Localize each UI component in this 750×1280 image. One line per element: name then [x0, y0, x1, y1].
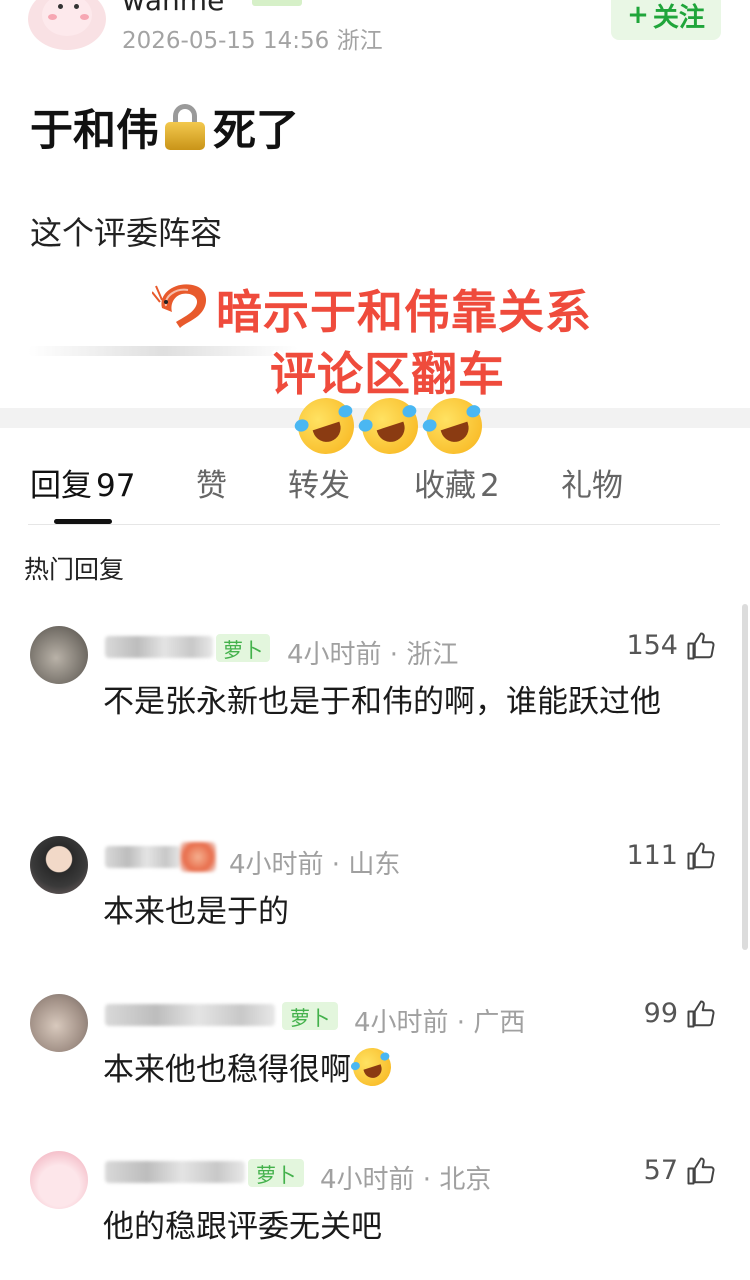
post-title: 于和伟 死了	[30, 96, 299, 158]
commenter-name-blurred[interactable]	[105, 1161, 245, 1183]
tab-reposts[interactable]: 转发	[288, 460, 350, 505]
commenter-emoji-blurred	[180, 842, 216, 872]
tab-underline	[28, 524, 720, 525]
tab-favorites[interactable]: 收藏 2	[414, 460, 500, 505]
follow-label: 关注	[652, 2, 705, 33]
tab-bar: 回复 97 赞 转发 收藏 2 礼物	[0, 460, 750, 510]
laugh-emoji-row	[290, 390, 490, 462]
tab-label: 回复	[30, 468, 92, 504]
commenter-name-blurred[interactable]	[105, 846, 181, 868]
post-header: wanme 2026-05-15 14:56 浙江 + 关注	[0, 0, 750, 60]
like-count: 154	[626, 630, 678, 661]
lock-icon	[165, 104, 205, 150]
overlay-caption-line1: 暗示于和伟靠关系	[216, 285, 592, 339]
commenter-avatar[interactable]	[30, 1151, 88, 1209]
faded-divider	[28, 346, 298, 356]
comment-meta: 4小时前 · 广西	[354, 1008, 526, 1038]
tab-label: 转发	[288, 468, 350, 504]
laughing-tears-emoji	[348, 1043, 396, 1091]
thumbs-up-icon	[687, 632, 715, 659]
tab-label: 礼物	[561, 468, 623, 504]
post-meta: 2026-05-15 14:56 浙江	[122, 28, 383, 54]
comment-text-body: 本来他也稳得很啊	[103, 1052, 351, 1088]
scrollbar-thumb[interactable]	[742, 604, 748, 950]
section-label-hot-replies: 热门回复	[24, 555, 125, 584]
commenter-name-blurred[interactable]	[105, 636, 213, 658]
comment-item: 萝卜 4小时前 · 浙江 154 不是张永新也是于和伟的啊，谁能跃过他	[0, 620, 750, 790]
thumbs-up-icon	[687, 1000, 715, 1027]
thumbs-up-icon	[687, 1157, 715, 1184]
avatar-eye	[58, 4, 63, 9]
like-control[interactable]: 154	[626, 630, 716, 661]
tab-likes[interactable]: 赞	[196, 460, 227, 505]
tab-count: 2	[480, 468, 500, 504]
overlay-caption-line2: 评论区翻车	[270, 347, 505, 401]
tab-label: 收藏	[414, 468, 476, 504]
like-count: 111	[626, 840, 678, 871]
tab-gifts[interactable]: 礼物	[561, 460, 623, 505]
tab-count: 97	[96, 468, 136, 504]
author-name[interactable]: wanme	[122, 0, 224, 17]
laughing-tears-emoji	[290, 390, 362, 462]
comment-item: 4小时前 · 山东 111 本来也是于的	[0, 830, 750, 940]
author-avatar[interactable]	[28, 0, 106, 50]
commenter-avatar[interactable]	[30, 994, 88, 1052]
post-title-part1: 于和伟	[30, 106, 159, 156]
avatar-cheek	[80, 14, 89, 20]
laughing-tears-emoji	[418, 390, 490, 462]
level-badge: 萝卜	[248, 1159, 304, 1187]
commenter-avatar[interactable]	[30, 626, 88, 684]
plus-icon: +	[627, 0, 649, 30]
level-badge: 萝卜	[216, 634, 270, 662]
like-count: 57	[643, 1155, 678, 1186]
commenter-name-blurred[interactable]	[105, 1004, 275, 1026]
shrimp-icon	[152, 284, 207, 328]
thumbs-up-icon	[687, 842, 715, 869]
comment-meta: 4小时前 · 浙江	[287, 640, 459, 670]
author-badge	[252, 0, 302, 6]
comment-meta: 4小时前 · 山东	[229, 850, 401, 880]
like-control[interactable]: 57	[644, 1155, 716, 1186]
comment-item: 萝卜 4小时前 · 广西 99 本来他也稳得很啊	[0, 988, 750, 1098]
avatar-cheek	[48, 14, 57, 20]
tab-replies[interactable]: 回复 97	[30, 460, 135, 505]
tab-label: 赞	[196, 468, 227, 504]
comment-text: 本来他也稳得很啊	[103, 1043, 718, 1096]
avatar-eye	[74, 4, 79, 9]
like-control[interactable]: 99	[644, 998, 716, 1029]
like-count: 99	[643, 998, 678, 1029]
laughing-tears-emoji	[354, 390, 426, 462]
level-badge: 萝卜	[282, 1002, 338, 1030]
comment-item: 萝卜 4小时前 · 北京 57 他的稳跟评委无关吧	[0, 1145, 750, 1255]
post-body-text: 这个评委阵容	[30, 214, 223, 252]
comment-text: 他的稳跟评委无关吧	[103, 1209, 382, 1245]
like-control[interactable]: 111	[626, 840, 716, 871]
comment-meta: 4小时前 · 北京	[320, 1165, 492, 1195]
post-title-part2: 死了	[213, 106, 299, 156]
follow-button[interactable]: + 关注	[611, 0, 721, 40]
commenter-avatar[interactable]	[30, 836, 88, 894]
comment-text: 本来也是于的	[103, 894, 289, 930]
comment-text: 不是张永新也是于和伟的啊，谁能跃过他	[103, 684, 661, 720]
